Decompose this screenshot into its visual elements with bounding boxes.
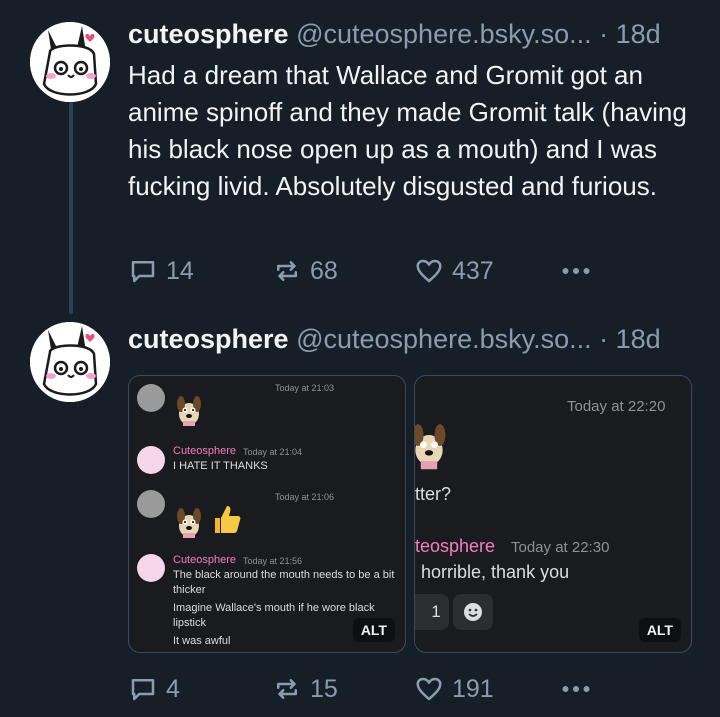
post-time[interactable]: · 18d bbox=[599, 324, 661, 354]
repost-icon bbox=[277, 679, 297, 699]
message-fragment: tter? bbox=[415, 484, 452, 504]
handle[interactable]: @cuteosphere.bsky.so... bbox=[296, 19, 592, 49]
post-actions: 4 15 191 bbox=[128, 671, 708, 707]
repost-count: 68 bbox=[310, 256, 338, 285]
username: Cuteosphere bbox=[173, 445, 236, 457]
add-reaction-button bbox=[453, 594, 493, 630]
more-options-button[interactable] bbox=[558, 253, 602, 289]
reply-count: 14 bbox=[166, 256, 194, 285]
bunny-avatar-icon bbox=[30, 22, 110, 102]
avatar[interactable] bbox=[30, 22, 110, 102]
post-header: cuteosphere @cuteosphere.bsky.so... · 18… bbox=[128, 323, 661, 355]
image-1[interactable]: Today at 21:03 Cuteosphere Today at 21:0… bbox=[128, 375, 406, 653]
timestamp: Today at 21:04 bbox=[243, 447, 303, 457]
thread-line bbox=[69, 102, 73, 314]
timestamp: Today at 21:06 bbox=[275, 492, 335, 502]
user-avatar bbox=[137, 490, 165, 518]
user-avatar bbox=[137, 384, 165, 412]
more-icon bbox=[562, 268, 590, 274]
message: I HATE IT THANKS bbox=[173, 460, 268, 472]
user-avatar bbox=[137, 554, 165, 582]
timestamp: Today at 21:03 bbox=[275, 383, 335, 393]
display-name[interactable]: cuteosphere bbox=[128, 19, 289, 49]
repost-count: 15 bbox=[310, 674, 338, 703]
reaction-pill: 1 bbox=[415, 594, 449, 630]
thumbs-up-icon bbox=[209, 502, 243, 541]
like-icon bbox=[416, 677, 442, 701]
like-count: 437 bbox=[452, 256, 494, 285]
post-time[interactable]: · 18d bbox=[599, 19, 661, 49]
more-options-button[interactable] bbox=[558, 671, 602, 707]
alt-text-badge[interactable]: ALT bbox=[352, 618, 395, 642]
message: horrible, thank you bbox=[421, 562, 570, 582]
repost-button[interactable]: 68 bbox=[272, 253, 338, 289]
reply-icon bbox=[131, 261, 155, 283]
like-button[interactable]: 191 bbox=[414, 671, 494, 707]
smiley-icon bbox=[464, 603, 482, 621]
post-actions: 14 68 437 bbox=[128, 253, 708, 289]
post-1[interactable]: cuteosphere @cuteosphere.bsky.so... · 18… bbox=[0, 0, 720, 320]
like-count: 191 bbox=[452, 674, 494, 703]
bunny-avatar-icon bbox=[30, 322, 110, 402]
username: teosphere bbox=[415, 536, 496, 556]
message: The black around the mouth needs to be a… bbox=[173, 569, 395, 596]
username: Cuteosphere bbox=[173, 554, 236, 566]
handle[interactable]: @cuteosphere.bsky.so... bbox=[296, 324, 592, 354]
reaction-count: 1 bbox=[431, 602, 441, 621]
post-header: cuteosphere @cuteosphere.bsky.so... · 18… bbox=[128, 18, 661, 50]
display-name[interactable]: cuteosphere bbox=[128, 324, 289, 354]
repost-icon bbox=[277, 261, 297, 281]
reply-button[interactable]: 14 bbox=[128, 253, 194, 289]
reply-icon bbox=[131, 679, 155, 701]
avatar[interactable] bbox=[30, 322, 110, 402]
timestamp: Today at 22:30 bbox=[511, 539, 610, 556]
gromit-emoji-icon bbox=[415, 420, 451, 477]
image-2[interactable]: Today at 22:20 tter? teosphere Today at … bbox=[414, 375, 692, 653]
message: Imagine Wallace's mouth if he wore black… bbox=[173, 602, 375, 629]
like-icon bbox=[416, 259, 442, 283]
alt-text-badge[interactable]: ALT bbox=[638, 618, 681, 642]
message: It was awful bbox=[173, 635, 231, 647]
repost-button[interactable]: 15 bbox=[272, 671, 338, 707]
gromit-emoji-icon bbox=[173, 506, 205, 543]
reply-count: 4 bbox=[166, 674, 180, 703]
post-text: Had a dream that Wallace and Gromit got … bbox=[128, 60, 687, 201]
more-icon bbox=[562, 686, 590, 692]
like-button[interactable]: 437 bbox=[414, 253, 494, 289]
timestamp: Today at 21:56 bbox=[243, 556, 303, 566]
user-avatar bbox=[137, 446, 165, 474]
timestamp: Today at 22:20 bbox=[567, 398, 666, 415]
reply-button[interactable]: 4 bbox=[128, 671, 180, 707]
image-gallery: Today at 21:03 Cuteosphere Today at 21:0… bbox=[128, 375, 692, 653]
gromit-emoji-icon bbox=[173, 394, 205, 431]
